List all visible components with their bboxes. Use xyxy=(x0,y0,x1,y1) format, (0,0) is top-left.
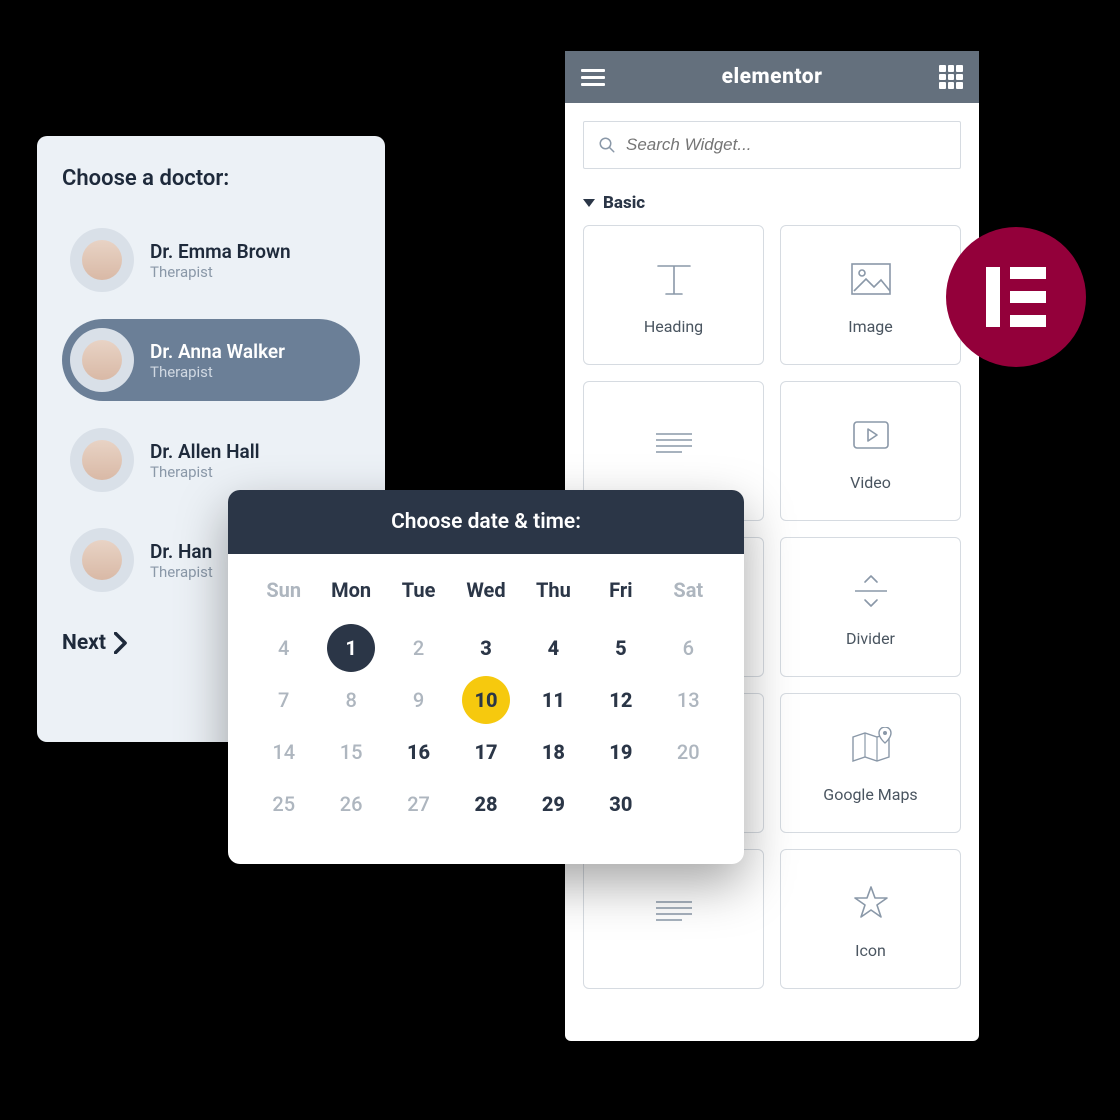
calendar-day[interactable]: 9 xyxy=(395,676,443,724)
next-label: Next xyxy=(62,631,106,655)
widget-icon xyxy=(849,723,893,771)
widget-card[interactable]: Divider xyxy=(780,537,961,677)
widget-label: Icon xyxy=(855,941,886,960)
calendar-day[interactable]: 6 xyxy=(664,624,712,672)
calendar-day[interactable]: 26 xyxy=(327,780,375,828)
widget-card[interactable] xyxy=(583,849,764,989)
calendar-day[interactable]: 20 xyxy=(664,728,712,776)
doctor-info: Dr. Anna Walker Therapist xyxy=(150,340,285,381)
dow-label: Thu xyxy=(520,578,587,602)
doctor-item[interactable]: Dr. Emma Brown Therapist xyxy=(62,219,360,301)
widget-label: Divider xyxy=(846,629,895,648)
calendar-day[interactable]: 30 xyxy=(597,780,645,828)
widget-label: Image xyxy=(848,317,893,336)
calendar-day[interactable]: 17 xyxy=(462,728,510,776)
avatar xyxy=(70,228,134,292)
calendar-day[interactable]: 18 xyxy=(529,728,577,776)
calendar-day[interactable]: 4 xyxy=(260,624,308,672)
calendar-panel: Choose date & time: SunMonTueWedThuFriSa… xyxy=(228,490,744,864)
widget-icon xyxy=(849,255,893,303)
doctor-name: Dr. Emma Brown xyxy=(150,240,291,263)
calendar-day[interactable]: 19 xyxy=(597,728,645,776)
calendar-day[interactable]: 27 xyxy=(395,780,443,828)
calendar-day[interactable]: 4 xyxy=(529,624,577,672)
widget-label: Video xyxy=(850,473,891,492)
avatar xyxy=(70,428,134,492)
calendar-day[interactable]: 3 xyxy=(462,624,510,672)
widget-icon xyxy=(652,420,696,468)
dow-label: Sat xyxy=(655,578,722,602)
calendar-day[interactable]: 15 xyxy=(327,728,375,776)
calendar-day[interactable]: 10 xyxy=(462,676,510,724)
search-icon xyxy=(598,136,616,154)
doctor-name: Dr. Anna Walker xyxy=(150,340,285,363)
elementor-logo-icon xyxy=(986,267,1046,327)
doctor-name: Dr. Han xyxy=(150,540,213,563)
elementor-header: elementor xyxy=(565,51,979,103)
elementor-brand: elementor xyxy=(722,65,823,89)
doctor-panel-title: Choose a doctor: xyxy=(62,166,360,191)
calendar-day[interactable]: 28 xyxy=(462,780,510,828)
dow-label: Tue xyxy=(385,578,452,602)
widget-card[interactable]: Icon xyxy=(780,849,961,989)
calendar-day[interactable]: 11 xyxy=(529,676,577,724)
doctor-info: Dr. Allen Hall Therapist xyxy=(150,440,260,481)
calendar-dow-row: SunMonTueWedThuFriSat xyxy=(250,578,722,602)
apps-grid-icon[interactable] xyxy=(939,65,963,89)
doctor-item[interactable]: Dr. Anna Walker Therapist xyxy=(62,319,360,401)
doctor-item[interactable]: Dr. Allen Hall Therapist xyxy=(62,419,360,501)
calendar-day[interactable]: 1 xyxy=(327,624,375,672)
calendar-day[interactable]: 29 xyxy=(529,780,577,828)
widget-card[interactable]: Heading xyxy=(583,225,764,365)
dow-label: Fri xyxy=(587,578,654,602)
widget-card[interactable]: Google Maps xyxy=(780,693,961,833)
search-row xyxy=(565,103,979,169)
doctor-role: Therapist xyxy=(150,563,213,581)
widget-card[interactable]: Image xyxy=(780,225,961,365)
widget-icon xyxy=(652,888,696,936)
dow-label: Sun xyxy=(250,578,317,602)
doctor-role: Therapist xyxy=(150,263,291,281)
doctor-info: Dr. Han Therapist xyxy=(150,540,213,581)
calendar-day[interactable]: 5 xyxy=(597,624,645,672)
calendar-day[interactable]: 7 xyxy=(260,676,308,724)
hamburger-icon[interactable] xyxy=(581,65,605,89)
widget-icon xyxy=(652,255,696,303)
dow-label: Wed xyxy=(452,578,519,602)
calendar-day[interactable]: 25 xyxy=(260,780,308,828)
doctor-role: Therapist xyxy=(150,363,285,381)
chevron-right-icon xyxy=(114,632,128,654)
search-input[interactable] xyxy=(626,135,946,155)
dow-label: Mon xyxy=(317,578,384,602)
doctor-role: Therapist xyxy=(150,463,260,481)
widget-card[interactable]: Video xyxy=(780,381,961,521)
calendar-day[interactable]: 8 xyxy=(327,676,375,724)
calendar-dates: 4123456789101112131415161718192025262728… xyxy=(250,622,722,830)
calendar-day[interactable]: 2 xyxy=(395,624,443,672)
avatar xyxy=(70,528,134,592)
widget-icon xyxy=(851,879,891,927)
doctor-name: Dr. Allen Hall xyxy=(150,440,260,463)
elementor-logo-badge[interactable] xyxy=(946,227,1086,367)
widget-label: Heading xyxy=(644,317,703,336)
calendar-day[interactable]: 14 xyxy=(260,728,308,776)
calendar-title: Choose date & time: xyxy=(228,490,744,554)
calendar-day[interactable]: 16 xyxy=(395,728,443,776)
caret-down-icon xyxy=(583,199,595,207)
doctor-info: Dr. Emma Brown Therapist xyxy=(150,240,291,281)
section-label: Basic xyxy=(603,193,645,213)
search-box[interactable] xyxy=(583,121,961,169)
section-toggle-basic[interactable]: Basic xyxy=(565,169,979,225)
widget-label: Google Maps xyxy=(823,785,917,804)
calendar-day[interactable]: 12 xyxy=(597,676,645,724)
widget-icon xyxy=(849,567,893,615)
avatar xyxy=(70,328,134,392)
calendar-day[interactable]: 13 xyxy=(664,676,712,724)
widget-icon xyxy=(849,411,893,459)
